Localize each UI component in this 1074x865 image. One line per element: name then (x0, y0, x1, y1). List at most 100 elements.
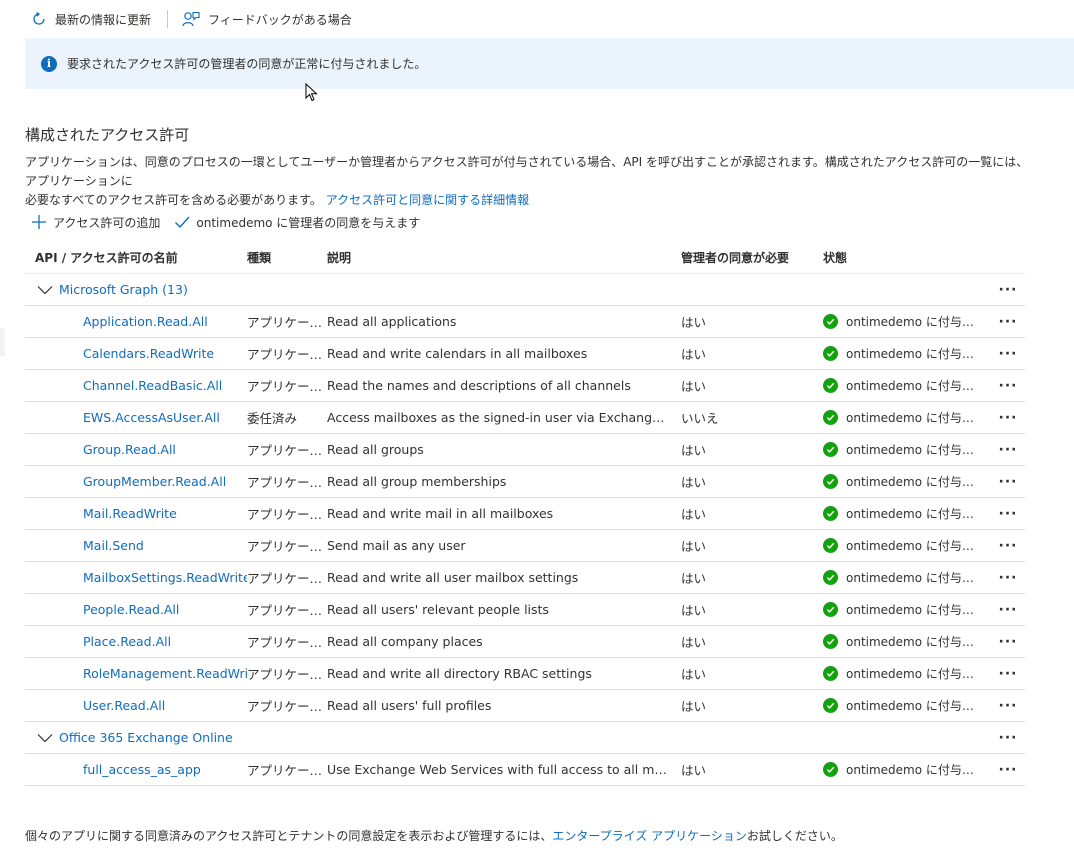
admin-consent-required: はい (681, 635, 707, 650)
admin-consent-required: はい (681, 475, 707, 490)
footer-suffix: お試しください。 (746, 829, 843, 843)
status-cell: ontimedemo に付与さ… (823, 697, 991, 714)
more-actions-button[interactable]: ··· (991, 475, 1025, 489)
table-row: Place.Read.All アプリケー… Read all company pla… (25, 626, 1025, 658)
permission-type: アプリケー… (247, 475, 323, 490)
more-icon: ··· (998, 569, 1018, 586)
header-admin-consent[interactable]: 管理者の同意が必要 (681, 249, 823, 266)
chevron-down-icon (37, 285, 53, 294)
learn-more-link[interactable]: アクセス許可と同意に関する詳細情報 (326, 193, 529, 207)
success-message-text: 要求されたアクセス許可の管理者の同意が正常に付与されました。 (67, 57, 427, 71)
permission-name-link[interactable]: People.Read.All (83, 602, 179, 617)
header-description[interactable]: 説明 (327, 249, 681, 266)
status-cell: ontimedemo に付与さ… (823, 505, 991, 522)
more-actions-button[interactable]: ··· (991, 313, 1025, 330)
more-actions-button[interactable]: ··· (991, 507, 1025, 521)
more-icon: ··· (998, 409, 1018, 426)
permission-name-link[interactable]: Calendars.ReadWrite (83, 346, 214, 361)
add-permission-button[interactable]: アクセス許可の追加 (31, 214, 160, 231)
permission-name-link[interactable]: GroupMember.Read.All (83, 474, 226, 489)
admin-consent-required: はい (681, 379, 707, 394)
status-text: ontimedemo に付与さ… (846, 635, 980, 649)
granted-check-icon (823, 442, 838, 457)
more-icon: ··· (998, 761, 1018, 778)
permission-name-link[interactable]: Channel.ReadBasic.All (83, 378, 222, 393)
permission-name-link[interactable]: Group.Read.All (83, 442, 176, 457)
header-name[interactable]: API / アクセス許可の名前 (25, 249, 247, 266)
granted-check-icon (823, 634, 838, 649)
permission-name-link[interactable]: Mail.ReadWrite (83, 506, 177, 521)
more-actions-button[interactable]: ··· (991, 667, 1025, 681)
header-type[interactable]: 種類 (247, 249, 327, 266)
permission-name-link[interactable]: Mail.Send (83, 538, 144, 553)
more-icon: ··· (998, 441, 1018, 458)
status-text: ontimedemo に付与さ… (846, 603, 980, 617)
more-actions-button[interactable]: ··· (991, 729, 1025, 746)
status-text: ontimedemo に付与さ… (846, 699, 980, 713)
more-actions-button[interactable]: ··· (991, 603, 1025, 617)
grant-admin-consent-button[interactable]: ontimedemo に管理者の同意を与えます (174, 214, 420, 231)
granted-check-icon (823, 762, 838, 777)
feedback-button[interactable]: フィードバックがある場合 (182, 0, 352, 38)
status-cell: ontimedemo に付与さ… (823, 377, 991, 394)
status-cell: ontimedemo に付与さ… (823, 633, 991, 650)
permission-name-link[interactable]: User.Read.All (83, 698, 165, 713)
more-actions-button[interactable]: ··· (991, 539, 1025, 553)
mouse-pointer-icon (305, 83, 318, 102)
permission-description: Send mail as any user (327, 538, 466, 553)
table-row: Calendars.ReadWrite アプリケー… Read and write … (25, 338, 1025, 370)
more-actions-button[interactable]: ··· (991, 699, 1025, 713)
group-toggle[interactable]: Microsoft Graph (13) (25, 282, 991, 297)
collapsed-panel-handle[interactable] (0, 328, 5, 356)
permission-type: アプリケー… (247, 379, 323, 394)
more-icon: ··· (998, 377, 1018, 394)
permission-name-link[interactable]: RoleManagement.ReadWri (83, 666, 247, 681)
permission-description: Read and write all user mailbox settings (327, 570, 579, 585)
permission-type: アプリケー… (247, 603, 323, 618)
more-icon: ··· (998, 729, 1018, 746)
status-text: ontimedemo に付与さ… (846, 475, 980, 489)
permission-type: 委任済み (247, 411, 298, 426)
granted-check-icon (823, 410, 838, 425)
group-label: Office 365 Exchange Online (1 (59, 730, 237, 745)
more-actions-button[interactable]: ··· (991, 441, 1025, 458)
more-actions-button[interactable]: ··· (991, 347, 1025, 361)
group-toggle[interactable]: Office 365 Exchange Online (1 (25, 730, 991, 745)
permission-description: Read all group memberships (327, 474, 507, 489)
more-actions-button[interactable]: ··· (991, 377, 1025, 394)
more-actions-button[interactable]: ··· (991, 569, 1025, 586)
toolbar-divider (167, 10, 169, 28)
enterprise-applications-link[interactable]: エンタープライズ アプリケーション (552, 829, 747, 843)
permission-name-link[interactable]: Place.Read.All (83, 634, 171, 649)
admin-consent-required: はい (681, 603, 707, 618)
permission-name-link[interactable]: EWS.AccessAsUser.All (83, 410, 220, 425)
more-icon: ··· (998, 313, 1018, 330)
admin-consent-required: はい (681, 571, 707, 586)
status-text: ontimedemo に付与さ… (846, 667, 980, 681)
table-row: User.Read.All アプリケー… Read all users' full … (25, 690, 1025, 722)
permission-name-link[interactable]: Application.Read.All (83, 314, 208, 329)
granted-check-icon (823, 698, 838, 713)
permission-name-link[interactable]: full_access_as_app (83, 762, 201, 777)
status-cell: ontimedemo に付与さ… (823, 473, 991, 490)
table-row: full_access_as_app アプリケー… Use Exchange Web… (25, 754, 1025, 786)
more-actions-button[interactable]: ··· (991, 635, 1025, 649)
table-row: MailboxSettings.ReadWrite アプリケー… Read and … (25, 562, 1025, 594)
header-status[interactable]: 状態 (823, 249, 991, 266)
permission-group: Office 365 Exchange Online (1 ··· (25, 722, 1025, 754)
permission-type: アプリケー… (247, 315, 323, 330)
permission-description: Read and write calendars in all mailboxe… (327, 346, 588, 361)
more-actions-button[interactable]: ··· (991, 409, 1025, 426)
status-cell: ontimedemo に付与さ… (823, 441, 991, 458)
status-text: ontimedemo に付与さ… (846, 347, 980, 361)
more-actions-button[interactable]: ··· (991, 283, 1025, 297)
granted-check-icon (823, 666, 838, 681)
permission-description: Read all groups (327, 442, 424, 457)
more-actions-button[interactable]: ··· (991, 761, 1025, 778)
granted-check-icon (823, 314, 838, 329)
granted-check-icon (823, 538, 838, 553)
feedback-label: フィードバックがある場合 (208, 12, 352, 27)
granted-check-icon (823, 570, 838, 585)
permission-name-link[interactable]: MailboxSettings.ReadWrite (83, 570, 247, 585)
refresh-button[interactable]: 最新の情報に更新 (31, 0, 151, 38)
